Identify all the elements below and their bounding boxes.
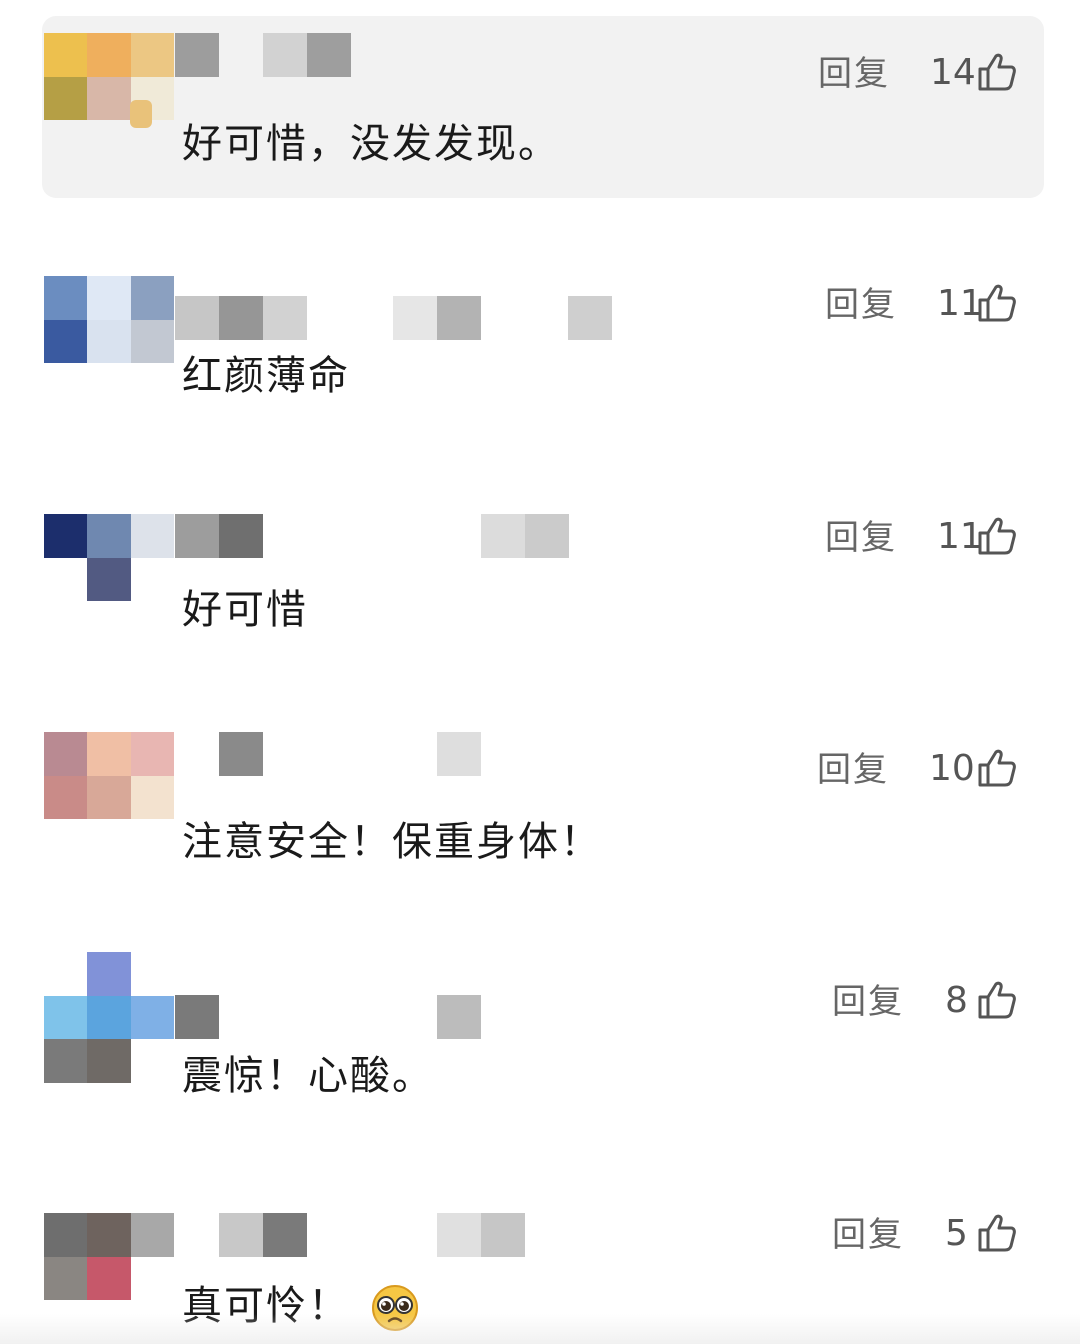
thumbs-up-icon[interactable] bbox=[977, 283, 1017, 323]
comment-text: 注意安全！保重身体！ bbox=[182, 819, 602, 865]
reply-button[interactable]: 回复 bbox=[818, 54, 890, 94]
username-redacted[interactable] bbox=[175, 33, 355, 77]
like-count: 14 bbox=[930, 52, 976, 93]
thumbs-up-icon[interactable] bbox=[977, 748, 1017, 788]
avatar[interactable] bbox=[44, 276, 174, 363]
user-badge-icon bbox=[130, 100, 152, 128]
reply-button[interactable]: 回复 bbox=[817, 750, 889, 790]
avatar[interactable] bbox=[44, 952, 174, 1083]
comment-list: 好可惜，没发发现。 回复 14 红颜薄命 回复 11 好可惜 回复 11 注意安… bbox=[0, 0, 1080, 1344]
comment-item[interactable]: 好可惜，没发发现。 回复 14 bbox=[0, 0, 1080, 210]
username-redacted[interactable] bbox=[175, 514, 615, 558]
thumbs-up-icon[interactable] bbox=[977, 52, 1017, 92]
reply-button[interactable]: 回复 bbox=[825, 518, 897, 558]
like-count: 10 bbox=[929, 748, 975, 789]
comment-item[interactable]: 好可惜 回复 11 bbox=[0, 480, 1080, 690]
username-redacted[interactable] bbox=[175, 296, 615, 340]
reply-button[interactable]: 回复 bbox=[832, 1215, 904, 1255]
avatar[interactable] bbox=[44, 1213, 174, 1300]
thumbs-up-icon[interactable] bbox=[977, 980, 1017, 1020]
avatar[interactable] bbox=[44, 732, 174, 819]
like-count: 11 bbox=[937, 283, 983, 324]
thumbs-up-icon[interactable] bbox=[977, 516, 1017, 556]
like-count: 11 bbox=[937, 516, 983, 557]
comment-text: 震惊！心酸。 bbox=[182, 1053, 434, 1099]
username-redacted[interactable] bbox=[175, 995, 485, 1039]
comment-item[interactable]: 注意安全！保重身体！ 回复 10 bbox=[0, 710, 1080, 920]
comment-text: 好可惜，没发发现。 bbox=[182, 121, 560, 167]
like-count: 8 bbox=[945, 980, 968, 1021]
reply-button[interactable]: 回复 bbox=[832, 982, 904, 1022]
comment-item[interactable]: 震惊！心酸。 回复 8 bbox=[0, 940, 1080, 1160]
comment-text: 红颜薄命 bbox=[182, 353, 350, 399]
username-redacted[interactable] bbox=[175, 732, 485, 776]
avatar[interactable] bbox=[44, 514, 174, 601]
thumbs-up-icon[interactable] bbox=[977, 1213, 1017, 1253]
bottom-fade bbox=[0, 1314, 1080, 1344]
like-count: 5 bbox=[945, 1213, 968, 1254]
comment-text: 好可惜 bbox=[182, 587, 308, 633]
comment-item[interactable]: 红颜薄命 回复 11 bbox=[0, 230, 1080, 450]
reply-button[interactable]: 回复 bbox=[825, 285, 897, 325]
username-redacted[interactable] bbox=[175, 1213, 535, 1257]
avatar[interactable] bbox=[44, 33, 174, 120]
